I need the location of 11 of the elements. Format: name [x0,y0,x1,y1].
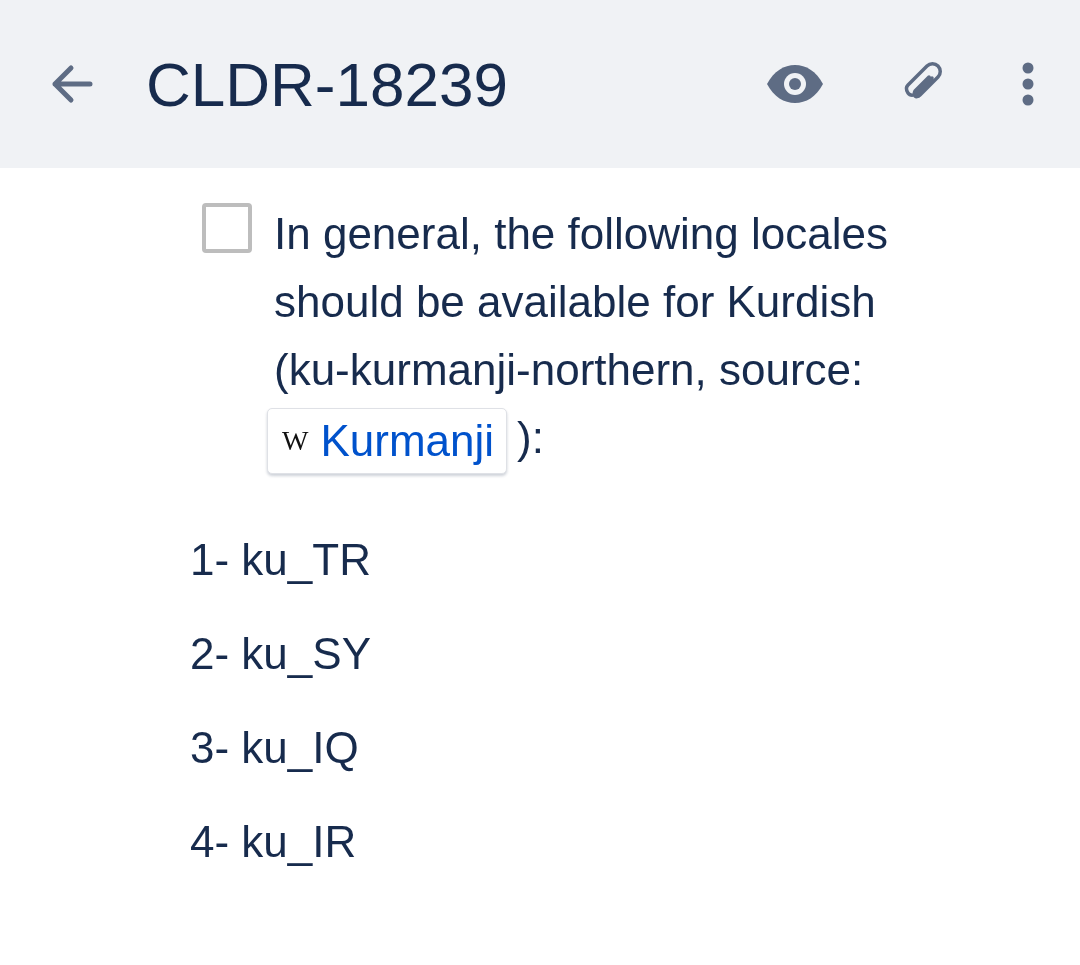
locale-item: 4- ku_IR [190,816,358,869]
locale-item: 2- ku_SY [190,628,372,681]
locale-item: 3- ku_IQ [190,722,360,775]
w-letter-icon: W [282,427,309,456]
issue-title: CLDR-18239 [146,48,509,120]
kurmanji-link[interactable]: W Kurmanji [267,408,508,475]
more-options-icon [1022,62,1034,106]
locale-item: 1- ku_TR [190,534,372,587]
back-arrow-icon [50,64,94,104]
eye-icon [766,64,824,104]
task-checkbox[interactable] [202,203,252,253]
